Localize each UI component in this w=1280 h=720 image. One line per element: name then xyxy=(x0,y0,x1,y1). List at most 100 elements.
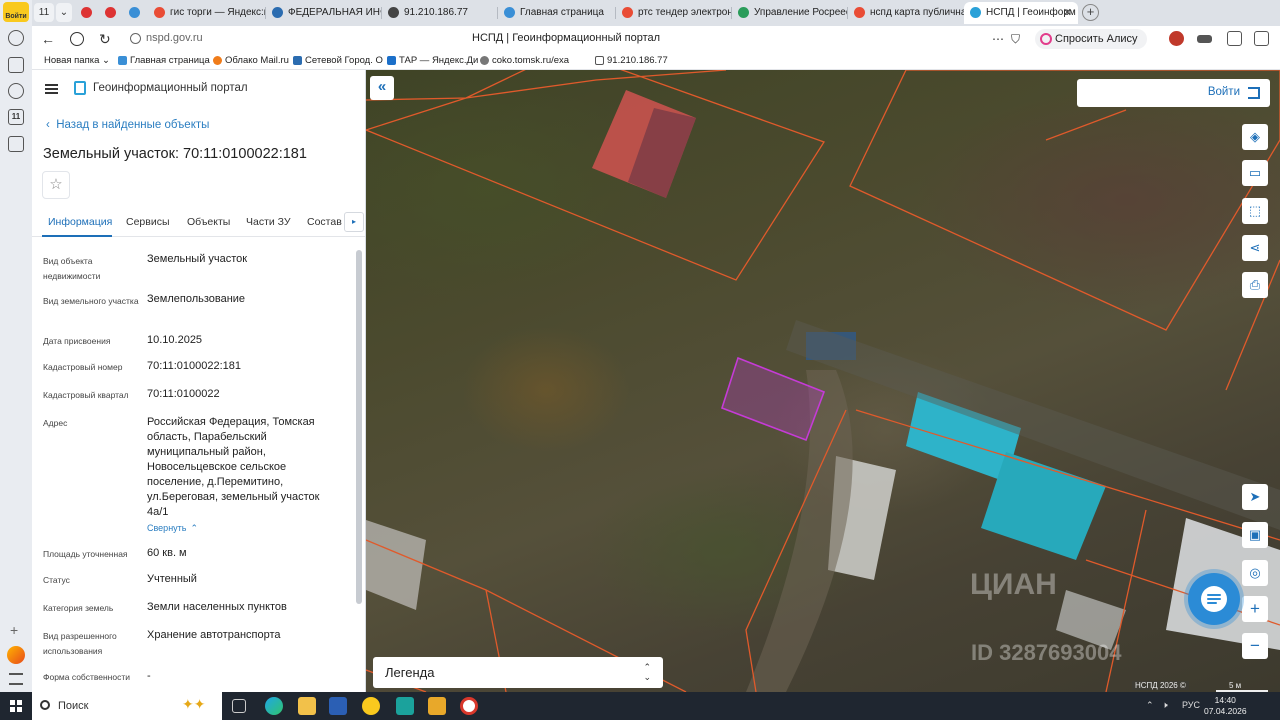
bookmark-item[interactable]: ТАР — Яндекс.Ди xyxy=(387,55,478,66)
tab-count-button[interactable]: 11 xyxy=(34,3,54,22)
bookmark-item[interactable]: Главная страница xyxy=(118,55,210,66)
bookmark-item[interactable]: Облако Mail.ru xyxy=(213,55,289,66)
tab-objects[interactable]: Объекты xyxy=(187,216,230,228)
clock[interactable]: 14:40 07.04.2026 xyxy=(1204,695,1247,717)
tab-list-chevron-icon[interactable]: ⌄ xyxy=(56,3,72,22)
tab-composition[interactable]: Состав xyxy=(307,216,342,228)
geolocation-button[interactable]: ◎ xyxy=(1242,560,1268,586)
favicon-icon xyxy=(129,7,140,18)
tabs-count-icon[interactable]: 11 xyxy=(8,109,24,125)
panel-scrollbar[interactable] xyxy=(356,246,362,690)
bookmark-label: 91.210.186.77 xyxy=(607,55,668,66)
extension-icon[interactable] xyxy=(1169,31,1184,46)
legend-dropdown[interactable]: Легенда ⌃ ⌄ xyxy=(373,657,663,688)
yandex-browser-icon[interactable] xyxy=(362,697,380,715)
property-value: - xyxy=(147,670,151,682)
collapse-panel-button[interactable]: « xyxy=(370,76,394,100)
print-button[interactable]: ⎙ xyxy=(1242,272,1268,298)
windows-start-icon[interactable] xyxy=(10,700,22,712)
tab-ip[interactable]: 91.210.186.77 xyxy=(382,2,498,24)
property-value: Учтенный xyxy=(147,573,197,585)
layers-button[interactable]: ◈ xyxy=(1242,124,1268,150)
bookmark-folder[interactable]: Новая папка ⌄ xyxy=(33,55,110,66)
bookmark-icon[interactable]: ⛉ xyxy=(1011,30,1020,48)
taskbar-search[interactable]: Поиск ✦✦ xyxy=(32,692,222,720)
tab-rts-tender[interactable]: ртс тендер электрон xyxy=(616,2,732,24)
menu-icon[interactable] xyxy=(45,84,58,94)
app-icon[interactable] xyxy=(396,697,414,715)
tab-nspd-search[interactable]: нспд карта публична xyxy=(848,2,964,24)
reader-icon[interactable] xyxy=(1197,35,1212,43)
play-icon[interactable] xyxy=(8,83,24,99)
edge-icon[interactable] xyxy=(265,697,283,715)
tab-pinned-2[interactable] xyxy=(100,2,122,24)
zoom-in-button[interactable]: + xyxy=(1242,596,1268,622)
favicon-icon xyxy=(504,7,515,18)
task-view-icon[interactable] xyxy=(232,699,246,713)
history-icon[interactable] xyxy=(8,30,24,46)
bookmark-item[interactable]: Сетевой Город. О xyxy=(293,55,383,66)
profile-avatar[interactable] xyxy=(7,646,25,664)
ruler-button[interactable]: ▭ xyxy=(1242,160,1268,186)
tab-label: ртс тендер электрон xyxy=(638,7,732,18)
back-link-label: Назад в найденные объекты xyxy=(56,119,210,131)
chat-button[interactable] xyxy=(1188,573,1240,625)
scrollbar-thumb[interactable] xyxy=(356,250,362,604)
tab-gis-torgi[interactable]: гис торги — Яндекс:н xyxy=(148,2,266,24)
back-arrow-icon[interactable]: ← xyxy=(41,30,55,48)
select-area-button[interactable]: ⬚ xyxy=(1242,198,1268,224)
ask-alisa-button[interactable]: Спросить Алису AI xyxy=(1035,29,1147,65)
tray-expand-icon[interactable]: ⌃ xyxy=(1146,700,1154,711)
mail-app-icon[interactable] xyxy=(428,697,446,715)
property-value: Земельный участок xyxy=(147,253,248,265)
tab-pinned-1[interactable] xyxy=(76,2,98,24)
map-view[interactable]: ЦИАН ID 3287693004 « Войти ◈ ▭ ⬚ ⋖ ⎙ ➤ ▣… xyxy=(366,70,1280,692)
tab-main-page[interactable]: Главная страница xyxy=(498,2,616,24)
alisa-icon xyxy=(1040,33,1052,45)
downloads-icon[interactable] xyxy=(1254,31,1269,46)
collections-icon[interactable] xyxy=(8,57,24,73)
tab-nspd-active[interactable]: НСПД | Геоинформ ✕ xyxy=(964,2,1078,24)
new-tab-button[interactable]: + xyxy=(1082,4,1099,21)
tab-federal[interactable]: ФЕДЕРАЛЬНАЯ ИНФ xyxy=(266,2,382,24)
add-panel-icon[interactable]: + xyxy=(10,622,18,638)
reload-icon[interactable]: ↻ xyxy=(99,30,111,48)
collapse-address-link[interactable]: Свернуть ⌃ xyxy=(147,523,198,534)
more-icon[interactable]: ⋯ xyxy=(992,30,1004,48)
url-field[interactable]: nspd.gov.ru xyxy=(146,32,203,44)
tab-information[interactable]: Информация xyxy=(48,216,112,228)
tab-label: гис торги — Яндекс:н xyxy=(170,7,266,18)
app-icon[interactable] xyxy=(460,697,478,715)
bookmark-label: Главная страница xyxy=(130,55,210,66)
tab-rosreestr[interactable]: Управление Росреес xyxy=(732,2,848,24)
tabs-scroll-right-button[interactable]: ▸ xyxy=(344,212,364,232)
site-info-icon[interactable] xyxy=(130,33,141,44)
portal-name[interactable]: Геоинформационный портал xyxy=(93,82,248,94)
locate-button[interactable]: ➤ xyxy=(1242,484,1268,510)
bookmark-label: Новая папка xyxy=(44,55,100,66)
language-indicator[interactable]: РУС xyxy=(1182,700,1200,710)
panel-tabs: Информация Сервисы Объекты Части ЗУ Сост… xyxy=(32,207,365,237)
apps-grid-icon[interactable] xyxy=(9,673,23,685)
yandex-icon[interactable] xyxy=(70,32,84,46)
yandex-login-badge[interactable]: Войти xyxy=(3,2,29,22)
login-button[interactable]: Войти xyxy=(1077,79,1270,107)
bookmark-item[interactable]: 91.210.186.77 xyxy=(595,55,668,66)
close-tab-icon[interactable]: ✕ xyxy=(1063,2,1072,24)
screenshot-icon[interactable] xyxy=(8,136,24,152)
share-button[interactable]: ⋖ xyxy=(1242,235,1268,261)
volume-icon[interactable]: 🕨 xyxy=(1162,700,1168,711)
property-value: 60 кв. м xyxy=(147,547,187,559)
tab-parts[interactable]: Части ЗУ xyxy=(246,216,291,228)
extensions-icon[interactable] xyxy=(1227,31,1242,46)
tab-services[interactable]: Сервисы xyxy=(126,216,170,228)
explorer-icon[interactable] xyxy=(298,697,316,715)
property-label: Вид разрешенного использования xyxy=(43,631,117,656)
bookmark-item[interactable]: coko.tomsk.ru/exa xyxy=(480,55,569,66)
minimap-button[interactable]: ▣ xyxy=(1242,522,1268,548)
back-to-results-link[interactable]: ‹ Назад в найденные объекты xyxy=(46,119,209,131)
word-icon[interactable] xyxy=(329,697,347,715)
favorite-star-button[interactable]: ☆ xyxy=(42,171,70,199)
zoom-out-button[interactable]: − xyxy=(1242,633,1268,659)
tab-pinned-3[interactable] xyxy=(124,2,146,24)
